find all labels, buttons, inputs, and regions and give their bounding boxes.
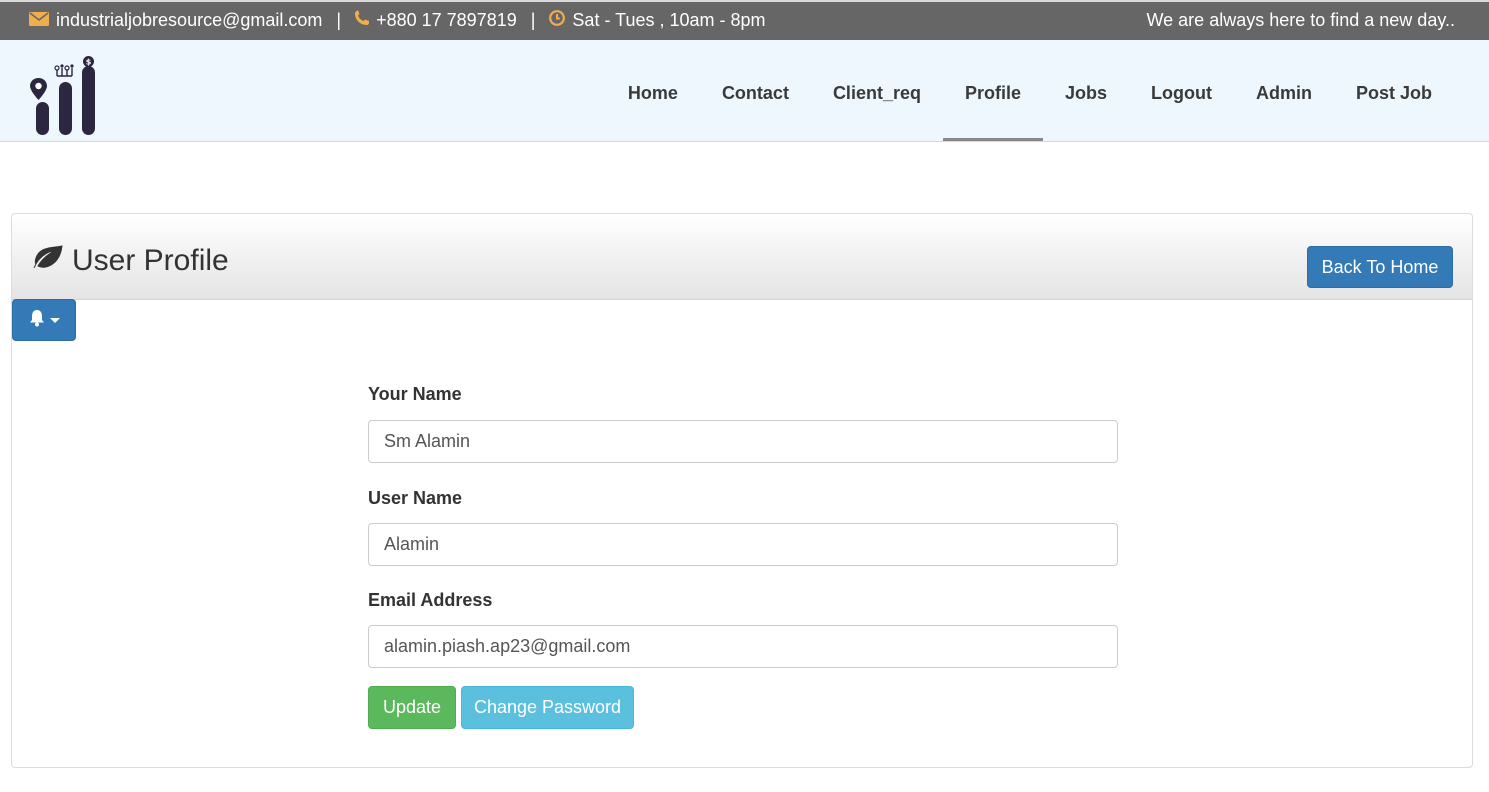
bell-icon	[28, 309, 46, 332]
top-info-bar: industrialjobresource@gmail.com | +880 1…	[0, 0, 1489, 40]
panel-heading: User Profile Back To Home	[12, 214, 1472, 300]
leaf-icon	[32, 244, 72, 278]
back-to-home-button[interactable]: Back To Home	[1307, 246, 1453, 288]
nav-home[interactable]: Home	[606, 40, 700, 141]
nav-profile[interactable]: Profile	[942, 40, 1044, 141]
nav-post-job[interactable]: Post Job	[1334, 40, 1454, 141]
svg-text:$: $	[86, 58, 92, 67]
page-title-text: User Profile	[72, 244, 229, 277]
chevron-down-icon	[50, 317, 60, 323]
nav-jobs[interactable]: Jobs	[1043, 40, 1129, 141]
contact-phone[interactable]: +880 17 7897819	[376, 10, 517, 31]
page-title: User Profile	[32, 244, 229, 278]
email-address-input[interactable]	[368, 625, 1118, 668]
tagline: We are always here to find a new day..	[1146, 10, 1456, 30]
your-name-input[interactable]	[368, 420, 1118, 463]
user-name-input[interactable]	[368, 523, 1118, 566]
main-nav: Home Contact Client_req Profile Jobs Log…	[606, 40, 1454, 141]
clock-icon	[549, 10, 566, 31]
user-name-label: User Name	[368, 488, 463, 508]
nav-admin[interactable]: Admin	[1234, 40, 1334, 141]
site-logo[interactable]: $	[26, 56, 100, 136]
separator: |	[530, 10, 536, 30]
email-address-label: Email Address	[368, 590, 493, 610]
your-name-label: Your Name	[368, 384, 462, 404]
envelope-icon	[29, 10, 49, 31]
separator: |	[336, 10, 342, 30]
contact-email[interactable]: industrialjobresource@gmail.com	[56, 10, 322, 31]
update-button[interactable]: Update	[368, 686, 456, 729]
profile-panel: User Profile Back To Home Your Name User…	[11, 213, 1473, 768]
nav-client-req[interactable]: Client_req	[811, 40, 943, 141]
notifications-dropdown-button[interactable]	[12, 299, 76, 341]
business-hours: Sat - Tues , 10am - 8pm	[572, 10, 766, 30]
contact-info: industrialjobresource@gmail.com | +880 1…	[29, 10, 766, 31]
phone-icon	[355, 10, 370, 31]
nav-logout[interactable]: Logout	[1129, 40, 1234, 141]
nav-contact[interactable]: Contact	[700, 40, 811, 141]
navbar: $ Home Contact Client_req Profile Jobs L…	[0, 40, 1489, 142]
change-password-button[interactable]: Change Password	[461, 686, 634, 729]
